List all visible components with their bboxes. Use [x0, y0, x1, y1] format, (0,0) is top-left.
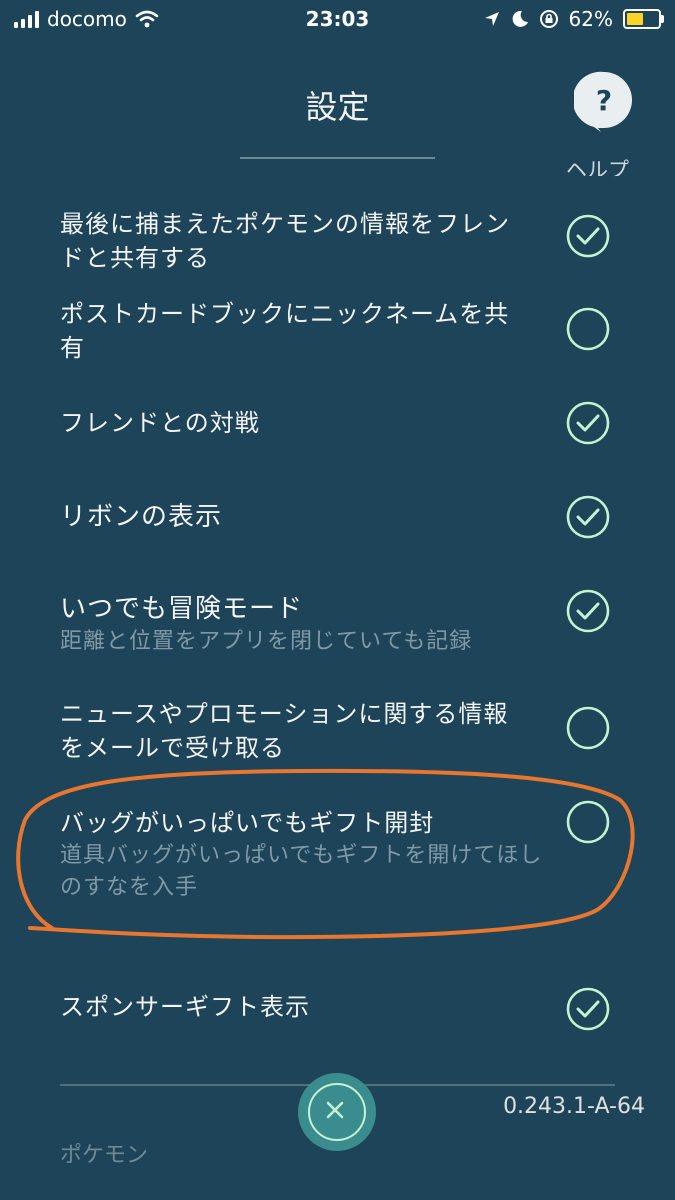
close-button-ring: [308, 1083, 366, 1141]
setting-row-news-email: ニュースやプロモーションに関する情報をメールで受け取る: [60, 697, 620, 765]
checkmark-circle-icon: [566, 401, 610, 445]
checkmark-circle-icon: [566, 987, 610, 1031]
setting-title: ニュースやプロモーションに関する情報をメールで受け取る: [60, 700, 509, 762]
title-divider: [240, 157, 435, 159]
version-label: 0.243.1-A-64: [503, 1094, 645, 1119]
setting-title: ポストカードブックにニックネームを共有: [60, 300, 510, 362]
toggle-news-email[interactable]: [565, 705, 611, 751]
moon-icon: [512, 10, 528, 27]
help-icon: ?: [572, 71, 632, 132]
section-label-pokemon: ポケモン: [60, 1143, 149, 1168]
empty-circle-icon: [566, 800, 610, 844]
setting-row-ribbon-display: リボンの表示: [60, 500, 620, 534]
setting-title: フレンドとの対戦: [60, 409, 260, 437]
toggle-share-last-caught[interactable]: [565, 213, 611, 259]
battery-percent: 62%: [568, 7, 613, 31]
setting-row-share-last-caught: 最後に捕まえたポケモンの情報をフレンドと共有する: [60, 207, 620, 275]
close-icon: [326, 1101, 344, 1119]
checkmark-icon: [576, 1000, 600, 1018]
empty-circle-icon: [566, 307, 610, 351]
help-button[interactable]: ?: [572, 70, 634, 132]
setting-row-sponsor-gift: スポンサーギフト表示: [60, 990, 620, 1024]
toggle-sponsor-gift[interactable]: [565, 986, 611, 1032]
status-bar: docomo 23:03 62%: [0, 0, 675, 38]
battery-icon: [623, 9, 664, 29]
help-symbol: ?: [596, 84, 612, 117]
status-right: 62%: [483, 7, 664, 31]
setting-row-gift-open-full-bag: バッグがいっぱいでもギフト開封 道具バッグがいっぱいでもギフトを開けてほしのすな…: [60, 806, 620, 904]
checkmark-circle-icon: [566, 589, 610, 633]
setting-title: リボンの表示: [60, 502, 223, 532]
checkmark-circle-icon: [566, 495, 610, 539]
setting-title: いつでも冒険モード: [60, 594, 304, 624]
battery-fill: [627, 13, 643, 25]
checkmark-icon: [576, 227, 600, 245]
checkmark-icon: [576, 414, 600, 432]
toggle-postcard-nickname[interactable]: [565, 306, 611, 352]
toggle-friend-battle[interactable]: [565, 400, 611, 446]
checkmark-icon: [576, 602, 600, 620]
setting-title: スポンサーギフト表示: [60, 993, 310, 1021]
toggle-adventure-sync[interactable]: [565, 588, 611, 634]
setting-row-friend-battle: フレンドとの対戦: [60, 406, 620, 440]
setting-row-adventure-sync: いつでも冒険モード 距離と位置をアプリを閉じていても記録: [60, 592, 620, 658]
setting-title: 最後に捕まえたポケモンの情報をフレンドと共有する: [60, 210, 510, 272]
location-arrow-icon: [484, 12, 499, 26]
setting-title: バッグがいっぱいでもギフト開封: [60, 809, 435, 837]
toggle-ribbon-display[interactable]: [565, 494, 611, 540]
close-button[interactable]: [298, 1073, 376, 1151]
scroll-fade: [0, 176, 675, 216]
setting-row-postcard-nickname: ポストカードブックにニックネームを共有: [60, 297, 620, 365]
checkmark-circle-icon: [566, 214, 610, 258]
empty-circle-icon: [566, 706, 610, 750]
setting-description: 道具バッグがいっぱいでもギフトを開けてほしのすなを入手: [60, 843, 543, 900]
toggle-gift-open-full-bag[interactable]: [565, 799, 611, 845]
rotation-lock-icon: [539, 10, 558, 28]
setting-description: 距離と位置をアプリを閉じていても記録: [60, 629, 473, 654]
checkmark-icon: [576, 508, 600, 526]
